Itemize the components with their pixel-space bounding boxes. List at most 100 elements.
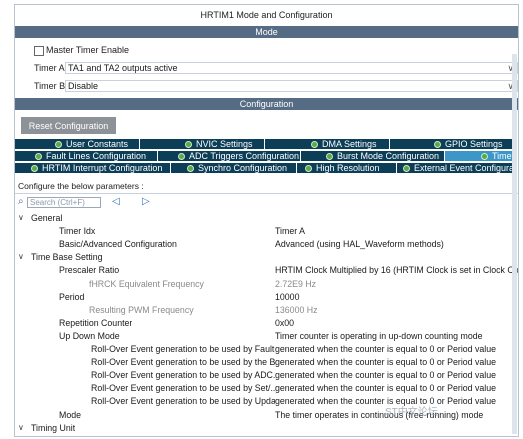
param-value[interactable]: generated when the counter is equal to 0… [275,369,518,381]
tab-label: External Event Configuratio [414,163,518,173]
param-value[interactable]: 10000 [275,291,518,303]
table-row[interactable]: Repetition Counter 0x00 [15,317,518,329]
param-value[interactable]: HRTIM Clock Multiplied by 16 (HRTIM Cloc… [275,264,518,276]
timer-a-value: TA1 and TA2 outputs active [68,63,178,73]
tab-timer[interactable]: Timer [445,151,518,161]
tab-label: DMA Settings [322,139,377,149]
tab-dma-settings[interactable]: DMA Settings [265,139,390,149]
tab-synchro[interactable]: Synchro Configuration [171,163,297,173]
param-key: Mode [59,409,82,420]
next-arrow-icon[interactable]: ▷ [142,196,150,207]
tree-group[interactable]: ∨ Timing Unit [15,422,518,434]
mode-header: Mode [15,26,518,38]
param-value[interactable]: Timer counter is operating in up-down co… [275,330,518,342]
status-dot-icon [55,141,62,148]
tab-high-resolution[interactable]: High Resolution [297,163,397,173]
param-key: Timer Idx [59,226,96,237]
table-row[interactable]: Roll-Over Event generation to be used by… [15,369,518,381]
tab-label: Burst Mode Configuration [337,151,440,161]
table-row[interactable]: Prescaler Ratio HRTIM Clock Multiplied by… [15,264,518,276]
tab-gpio-settings[interactable]: GPIO Settings [390,139,518,149]
status-dot-icon [187,165,194,172]
param-key: Time Base Setting [31,252,103,263]
watermark: ST中文论坛 [385,407,438,418]
configure-params-label: Configure the below parameters : [18,181,144,191]
search-input[interactable]: Search (Ctrl+F) [27,197,101,208]
master-timer-label: Master Timer Enable [46,45,130,55]
param-value[interactable]: 136000 Hz [275,304,518,316]
search-placeholder: Search (Ctrl+F) [30,198,85,207]
param-value[interactable]: Advanced (using HAL_Waveform methods) [275,238,518,250]
tab-label: NVIC Settings [196,139,253,149]
hrtim-config-window: HRTIM1 Mode and Configuration Mode Maste… [14,4,519,437]
tree-group[interactable]: ∨ General [15,212,518,224]
param-key: Roll-Over Event generation to be used by… [91,396,275,407]
status-dot-icon [305,165,312,172]
timer-b-label: Timer B [34,81,66,91]
tab-burst-mode[interactable]: Burst Mode Configuration [301,151,445,161]
tab-label: High Resolution [316,163,380,173]
table-row[interactable]: fHRCK Equivalent Frequency 2.72E9 Hz [15,278,518,290]
reset-configuration-button[interactable]: Reset Configuration [21,117,116,134]
chevron-down-icon[interactable]: ∨ [18,422,24,434]
tab-label: HRTIM Interrupt Configuration [42,163,163,173]
chevron-down-icon[interactable]: ∨ [18,251,24,263]
timer-a-select[interactable]: TA1 and TA2 outputs active ∨ [65,62,518,74]
param-key: Resulting PWM Frequency [89,304,194,315]
tab-user-constants[interactable]: User Constants [15,139,140,149]
tab-label: User Constants [66,139,129,149]
param-value[interactable]: Timer A [275,225,518,237]
tab-label: Synchro Configuration [198,163,288,173]
table-row[interactable]: Roll-Over Event generation to be used by… [15,343,518,355]
status-dot-icon [178,153,185,160]
tab-fault-lines[interactable]: Fault Lines Configuration [15,151,158,161]
param-value[interactable]: generated when the counter is equal to 0… [275,343,518,355]
tab-external-event[interactable]: External Event Configuratio [397,163,518,173]
param-key: Timing Unit [31,422,76,433]
table-row[interactable]: Roll-Over Event generation to be used by… [15,356,518,368]
param-value[interactable]: 2.72E9 Hz [275,278,518,290]
table-row[interactable]: Period 10000 [15,291,518,303]
param-key: fHRCK Equivalent Frequency [89,278,204,289]
master-timer-checkbox[interactable] [34,46,44,56]
tab-label: GPIO Settings [445,139,503,149]
table-row[interactable]: Timer Idx Timer A [15,225,518,237]
timer-b-select[interactable]: Disable ∨ [65,80,518,92]
chevron-down-icon[interactable]: ∨ [18,212,24,224]
table-row[interactable]: Mode The timer operates in continuous (fr… [15,409,518,421]
table-row[interactable]: Basic/Advanced Configuration Advanced (us… [15,238,518,250]
param-key: General [31,213,63,223]
scrollbar-track[interactable] [512,54,517,434]
param-key: Roll-Over Event generation to be used by… [91,357,275,368]
param-key: Up Down Mode [59,330,120,341]
param-value[interactable]: 0x00 [275,317,518,329]
param-value[interactable]: generated when the counter is equal to 0… [275,382,518,394]
param-key: Prescaler Ratio [59,265,120,276]
status-dot-icon [31,165,38,172]
param-key: Repetition Counter [59,317,133,328]
tab-label: ADC Triggers Configuration [189,151,300,161]
table-row[interactable]: Roll-Over Event generation to be used by… [15,395,518,407]
tab-hrtim-interrupt[interactable]: HRTIM Interrupt Configuration [15,163,171,173]
param-key: Roll-Over Event generation to be used by… [91,344,275,354]
tab-adc-triggers[interactable]: ADC Triggers Configuration [158,151,301,161]
table-row[interactable]: Resulting PWM Frequency 136000 Hz [15,304,518,316]
status-dot-icon [434,141,441,148]
status-dot-icon [326,153,333,160]
param-value[interactable]: generated when the counter is equal to 0… [275,356,518,368]
param-key: Period [59,291,85,302]
previous-arrow-icon[interactable]: ◁ [112,196,120,207]
tree-group[interactable]: ∨ Time Base Setting [15,251,518,263]
timer-b-value: Disable [68,81,99,91]
configuration-header: Configuration [15,98,518,110]
param-key: Basic/Advanced Configuration [59,239,177,250]
window-title: HRTIM1 Mode and Configuration [15,5,518,26]
status-dot-icon [311,141,318,148]
tab-nvic-settings[interactable]: NVIC Settings [140,139,265,149]
tab-label: Fault Lines Configuration [46,151,147,161]
timer-a-label: Timer A [34,63,65,73]
status-dot-icon [403,165,410,172]
param-key: Roll-Over Event generation to be used by… [91,383,275,394]
table-row[interactable]: Roll-Over Event generation to be used by… [15,382,518,394]
table-row[interactable]: Up Down Mode Timer counter is operating i… [15,330,518,342]
